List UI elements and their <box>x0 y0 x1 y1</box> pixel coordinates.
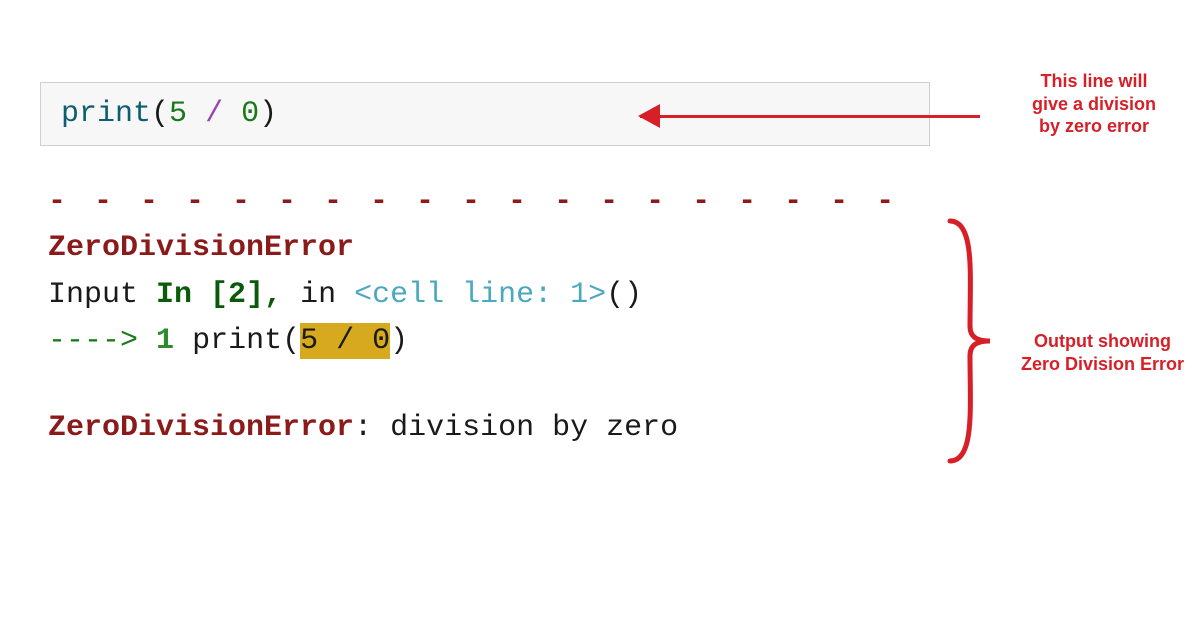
error-class-final: ZeroDivisionError <box>48 411 354 445</box>
space <box>187 97 205 131</box>
colon: : <box>354 411 372 445</box>
traceback-arrow-line: ----> 1 print(5 / 0) <box>48 318 678 365</box>
annotation-text-output: Output showing Zero Division Error <box>1005 330 1200 375</box>
arrow-head-icon <box>638 104 660 128</box>
token-number-2: 0 <box>241 97 259 131</box>
comma: , <box>264 278 282 312</box>
token-number-1: 5 <box>169 97 187 131</box>
space <box>223 97 241 131</box>
token-function: print <box>61 97 151 131</box>
error-message-line: ZeroDivisionError: division by zero <box>48 405 678 452</box>
token-operator: / <box>205 97 223 131</box>
curly-brace-icon <box>940 216 1000 466</box>
traceback-location-line: Input In [2], in <cell line: 1>() <box>48 272 678 319</box>
token-rparen: ) <box>259 97 277 131</box>
annotation-2-line-a: Output showing <box>1005 330 1200 353</box>
error-class-name: ZeroDivisionError <box>48 231 354 265</box>
annotation-2-line-b: Zero Division Error <box>1005 353 1200 376</box>
annotation-text-input: This line will give a division by zero e… <box>994 70 1194 138</box>
cell-line-ref: <cell line: 1> <box>354 278 606 312</box>
arrow-indicator: ----> <box>48 324 138 358</box>
input-word: Input <box>48 278 138 312</box>
annotation-1-line-a: This line will <box>994 70 1194 93</box>
print-post: ) <box>390 324 408 358</box>
token-lparen: ( <box>151 97 169 131</box>
in-bracket: In [2] <box>156 278 264 312</box>
annotation-1-line-c: by zero error <box>994 115 1194 138</box>
print-pre: print( <box>192 324 300 358</box>
error-message: division by zero <box>390 411 678 445</box>
arrow-shaft <box>640 115 980 118</box>
annotation-1-line-b: give a division <box>994 93 1194 116</box>
error-name-line: ZeroDivisionError <box>48 225 678 272</box>
highlighted-expression: 5 / 0 <box>300 323 390 359</box>
line-number: 1 <box>156 324 174 358</box>
annotation-arrow-1 <box>640 106 980 126</box>
in-word: in <box>300 278 336 312</box>
error-output: ZeroDivisionError Input In [2], in <cell… <box>48 225 678 451</box>
traceback-separator: - - - - - - - - - - - - - - - - - - - - … <box>48 185 923 219</box>
parens: () <box>606 278 642 312</box>
